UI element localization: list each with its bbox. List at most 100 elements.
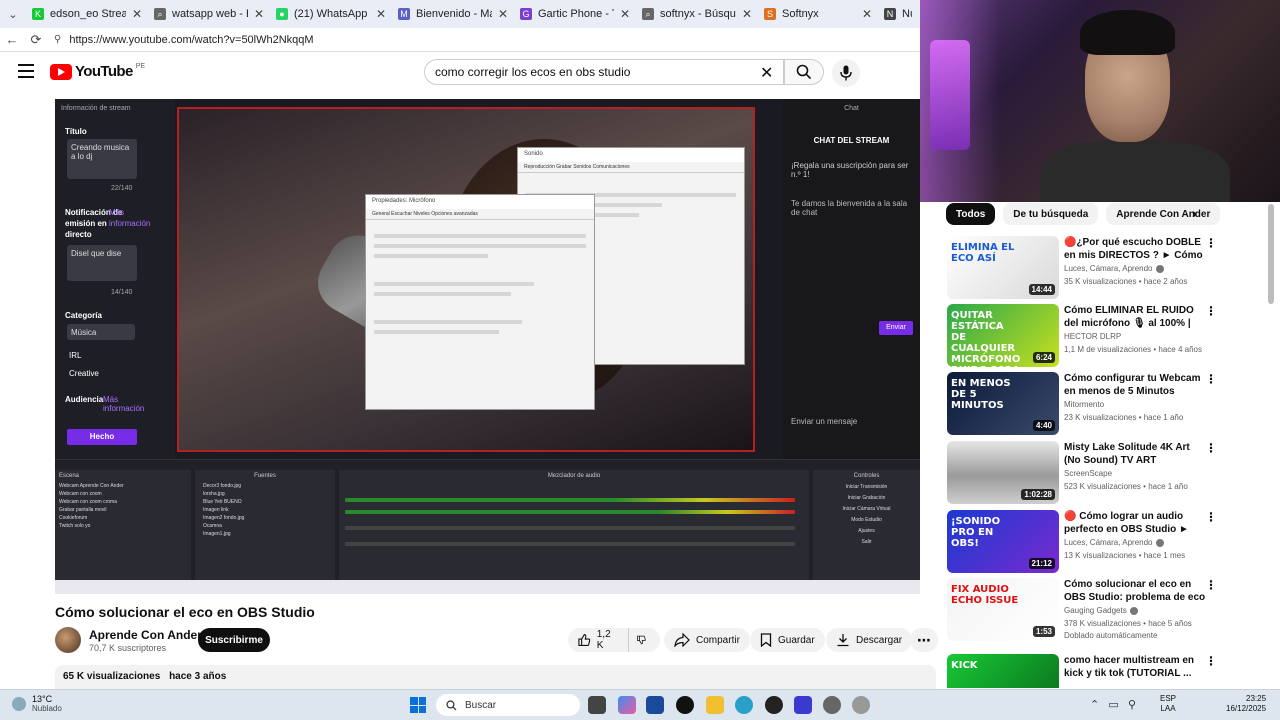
- task-view-icon[interactable]: [588, 696, 606, 714]
- browser-tab[interactable]: ⌕ watsapp web - Búsqueda ✕: [148, 0, 270, 28]
- file-explorer-icon[interactable]: [706, 696, 724, 714]
- share-button[interactable]: Compartir: [664, 628, 750, 652]
- filter-chip[interactable]: Todos: [946, 203, 996, 225]
- close-tab-icon[interactable]: ✕: [498, 7, 508, 21]
- more-vertical-icon[interactable]: ⋮: [1205, 304, 1217, 318]
- menu-icon[interactable]: [18, 64, 34, 78]
- close-tab-icon[interactable]: ✕: [742, 7, 752, 21]
- back-button[interactable]: ←: [0, 28, 24, 52]
- close-tab-icon[interactable]: ✕: [254, 7, 264, 21]
- related-video-channel[interactable]: Luces, Cámara, Aprendo: [1064, 264, 1164, 273]
- youtube-logo[interactable]: YouTube PE: [50, 63, 145, 80]
- thumbs-down-icon: [637, 635, 646, 645]
- chat-tab-label: Chat: [844, 105, 859, 112]
- video-thumbnail[interactable]: 1:02:28: [947, 441, 1059, 504]
- taskbar-search[interactable]: Buscar: [436, 694, 580, 716]
- save-button[interactable]: Guardar: [750, 628, 825, 652]
- language-indicator[interactable]: ESP LAA: [1160, 694, 1176, 714]
- video-thumbnail[interactable]: FIX AUDIO ECHO ISSUE 1:53: [947, 578, 1059, 641]
- related-video-title[interactable]: 🔴¿Por qué escucho DOBLE en mis DIRECTOS …: [1064, 236, 1206, 262]
- related-video-item[interactable]: 1:02:28 Misty Lake Solitude 4K Art (No So…: [947, 441, 1267, 505]
- system-tray[interactable]: ⌃ ▭ ⚲: [1090, 698, 1136, 711]
- tab-search-dropdown[interactable]: ⌄: [0, 0, 26, 28]
- close-tab-icon[interactable]: ✕: [376, 7, 386, 21]
- copilot-icon[interactable]: [618, 696, 636, 714]
- related-video-channel[interactable]: HECTOR DLRP: [1064, 332, 1121, 341]
- edge-browser-icon[interactable]: [735, 696, 753, 714]
- related-video-title[interactable]: Cómo solucionar el eco en OBS Studio: pr…: [1064, 578, 1206, 604]
- browser-tab[interactable]: M Bienvenido - Make it Me ✕: [392, 0, 514, 28]
- related-video-item[interactable]: EN MENOS DE 5 MINUTOS 4:40 Cómo configurar…: [947, 372, 1267, 436]
- more-actions-button[interactable]: ⋯: [910, 628, 938, 652]
- obs-scene-item: Cookieforum: [59, 515, 88, 521]
- video-thumbnail[interactable]: ¡SONIDO PRO EN OBS! 21:12: [947, 510, 1059, 573]
- app-icon[interactable]: [794, 696, 812, 714]
- filter-chip[interactable]: De tu búsqueda: [1003, 203, 1099, 225]
- related-video-title[interactable]: 🔴 Cómo lograr un audio perfecto en OBS S…: [1064, 510, 1206, 536]
- video-thumbnail[interactable]: QUITAR ESTÁTICA DE CUALQUIER MICRÓFONO R…: [947, 304, 1059, 367]
- tiktok-icon[interactable]: [676, 696, 694, 714]
- url-field[interactable]: ⚲ https://www.youtube.com/watch?v=50lWh2…: [54, 30, 920, 50]
- browser-tab[interactable]: ⌕ softnyx - Búsqueda ✕: [636, 0, 758, 28]
- search-input[interactable]: como corregir los ecos en obs studio: [424, 59, 784, 85]
- subscribe-button[interactable]: Suscribirme: [198, 628, 270, 652]
- channel-avatar[interactable]: [55, 627, 81, 653]
- voice-search-button[interactable]: [832, 59, 860, 87]
- channel-name[interactable]: Aprende Con Ander: [89, 628, 202, 642]
- video-thumbnail[interactable]: KICK: [947, 654, 1059, 688]
- app2-icon[interactable]: [852, 696, 870, 714]
- browser-tab[interactable]: ● (21) WhatsApp ✕: [270, 0, 392, 28]
- related-video-item[interactable]: QUITAR ESTÁTICA DE CUALQUIER MICRÓFONO R…: [947, 304, 1267, 368]
- related-video-channel[interactable]: Luces, Cámara, Aprendo: [1064, 538, 1164, 547]
- audience-label: Audiencia: [65, 395, 104, 404]
- related-video-title[interactable]: Misty Lake Solitude 4K Art (No Sound) TV…: [1064, 441, 1206, 467]
- settings-icon[interactable]: [823, 696, 841, 714]
- notif-value: Disel que dise: [67, 245, 137, 281]
- video-player[interactable]: Información de stream Título Creando mus…: [55, 99, 920, 594]
- url-text: https://www.youtube.com/watch?v=50lWh2Nk…: [69, 33, 314, 46]
- related-video-title[interactable]: Cómo configurar tu Webcam en menos de 5 …: [1064, 372, 1206, 398]
- site-info-icon[interactable]: ⚲: [54, 34, 61, 45]
- browser-tab[interactable]: G Gartic Phone - Teléf ✕: [514, 0, 636, 28]
- obs-source-item: Decor3 fondo.jpg: [203, 483, 242, 489]
- more-vertical-icon[interactable]: ⋮: [1205, 372, 1217, 386]
- chevron-right-icon[interactable]: ›: [1192, 205, 1197, 221]
- browser-tab[interactable]: N Nu: [878, 0, 918, 28]
- view-count: 65 K visualizaciones: [63, 671, 161, 682]
- filter-chip[interactable]: Aprende Con Ander: [1106, 203, 1221, 225]
- close-tab-icon[interactable]: ✕: [132, 7, 142, 21]
- reload-button[interactable]: ⟳: [24, 28, 48, 52]
- video-thumbnail[interactable]: EN MENOS DE 5 MINUTOS 4:40: [947, 372, 1059, 435]
- related-video-item[interactable]: KICK como hacer multistream en kick y tik…: [947, 654, 1267, 688]
- search-button[interactable]: [784, 59, 824, 85]
- close-tab-icon[interactable]: ✕: [620, 7, 630, 21]
- related-video-channel[interactable]: Mitormento: [1064, 400, 1104, 409]
- video-thumbnail[interactable]: ELIMINA EL ECO ASÍ 14:44: [947, 236, 1059, 299]
- dislike-button[interactable]: [628, 628, 660, 652]
- clock[interactable]: 23:25 16/12/2025: [1226, 694, 1266, 714]
- related-video-item[interactable]: ELIMINA EL ECO ASÍ 14:44 🔴¿Por qué escucho…: [947, 236, 1267, 300]
- related-video-title[interactable]: como hacer multistream en kick y tik tok…: [1064, 654, 1206, 680]
- browser-tab[interactable]: S Softnyx ✕: [758, 0, 878, 28]
- more-vertical-icon[interactable]: ⋮: [1205, 510, 1217, 524]
- sidebar-scrollbar[interactable]: [1268, 204, 1274, 304]
- obs-icon[interactable]: [765, 696, 783, 714]
- like-button[interactable]: 1,2 K: [568, 628, 628, 652]
- related-video-item[interactable]: ¡SONIDO PRO EN OBS! 21:12 🔴 Cómo lograr un…: [947, 510, 1267, 574]
- related-video-channel[interactable]: ScreenScape: [1064, 469, 1112, 478]
- more-vertical-icon[interactable]: ⋮: [1205, 441, 1217, 455]
- related-video-channel[interactable]: Gauging Gadgets: [1064, 606, 1138, 615]
- more-vertical-icon[interactable]: ⋮: [1205, 578, 1217, 592]
- more-vertical-icon[interactable]: ⋮: [1205, 236, 1217, 250]
- browser-tab[interactable]: Kedson_eo Stream - ✕: [26, 0, 148, 28]
- clear-search-icon[interactable]: ✕: [760, 63, 773, 83]
- weather-widget[interactable]: 13°C Nublado: [12, 694, 62, 713]
- tab-title: (21) WhatsApp: [294, 8, 368, 20]
- more-vertical-icon[interactable]: ⋮: [1205, 654, 1217, 668]
- windows-start-icon[interactable]: [410, 697, 426, 713]
- download-button[interactable]: Descargar: [826, 628, 913, 652]
- related-video-item[interactable]: FIX AUDIO ECHO ISSUE 1:53 Cómo solucionar …: [947, 578, 1267, 642]
- store-icon[interactable]: [646, 696, 664, 714]
- related-video-title[interactable]: Cómo ELIMINAR EL RUIDO del micrófono 🎙 a…: [1064, 304, 1206, 330]
- close-tab-icon[interactable]: ✕: [862, 7, 872, 21]
